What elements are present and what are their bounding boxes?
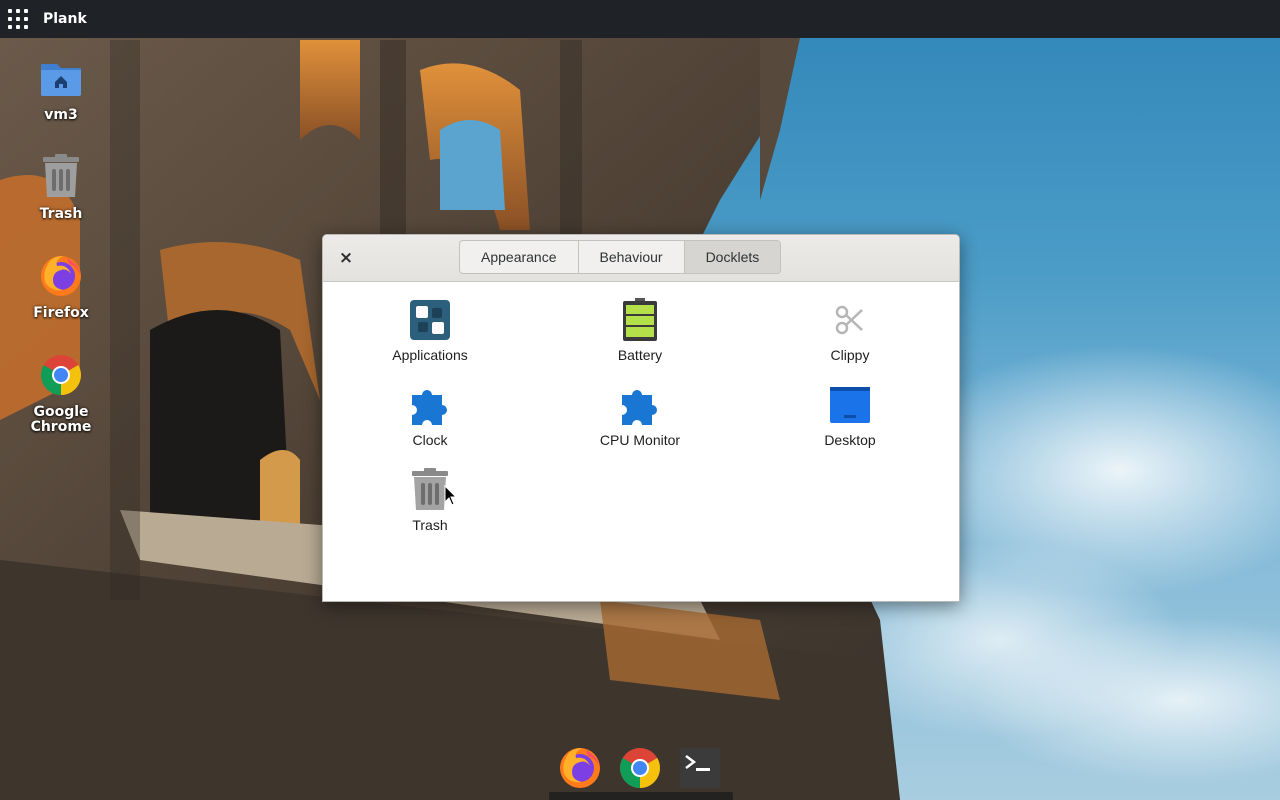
chrome-icon (37, 351, 85, 399)
trash-icon (37, 153, 85, 201)
docklet-clock[interactable]: Clock (370, 383, 490, 448)
docklet-label: Clock (412, 432, 448, 448)
chrome-icon (620, 748, 660, 788)
top-panel: Plank (0, 0, 1280, 38)
firefox-icon (37, 252, 85, 300)
battery-icon (618, 298, 662, 342)
desktop-icon-label: vm3 (44, 107, 78, 123)
desktop-icon-label: Firefox (33, 305, 89, 321)
desktop-icon-chrome[interactable]: Google Chrome (11, 351, 111, 435)
docklet-label: Desktop (824, 432, 876, 448)
dock-item-chrome[interactable] (616, 744, 664, 792)
dialog-header: × Appearance Behaviour Docklets (323, 235, 959, 282)
docklet-battery[interactable]: Battery (580, 298, 700, 363)
docklet-label: Applications (392, 347, 468, 363)
dock-shelf (549, 792, 733, 800)
plank-preferences-dialog: × Appearance Behaviour Docklets Applicat… (322, 234, 960, 602)
docklet-label: Battery (617, 347, 663, 363)
close-button[interactable]: × (335, 247, 357, 269)
docklet-trash[interactable]: Trash (370, 468, 490, 533)
docklet-desktop[interactable]: Desktop (790, 383, 910, 448)
desktop-icon-firefox[interactable]: Firefox (11, 252, 111, 321)
terminal-icon (680, 748, 720, 788)
docklet-applications[interactable]: Applications (370, 298, 490, 363)
app-grid-icon[interactable] (7, 8, 29, 30)
panel-app-title[interactable]: Plank (43, 11, 87, 27)
desktop-icon (828, 383, 872, 427)
docklet-label: CPU Monitor (599, 432, 681, 448)
plank-dock (549, 738, 733, 800)
scissors-icon (828, 298, 872, 342)
firefox-icon (560, 748, 600, 788)
puzzle-icon (408, 383, 452, 427)
tab-behaviour[interactable]: Behaviour (579, 241, 685, 273)
mouse-cursor-icon (444, 485, 458, 506)
docklet-grid: Applications Battery Clippy Clock CPU Mo… (323, 282, 959, 601)
desktop-icon-trash[interactable]: Trash (11, 153, 111, 222)
desktop-icon-label: Google Chrome (30, 404, 92, 435)
docklet-label: Trash (412, 517, 448, 533)
docklet-label: Clippy (830, 347, 870, 363)
tab-docklets[interactable]: Docklets (684, 241, 781, 273)
tab-bar: Appearance Behaviour Docklets (459, 240, 782, 274)
desktop-icon-home[interactable]: vm3 (11, 54, 111, 123)
dock-item-firefox[interactable] (556, 744, 604, 792)
home-folder-icon (37, 54, 85, 102)
desktop-icon-label: Trash (39, 206, 83, 222)
docklet-clippy[interactable]: Clippy (790, 298, 910, 363)
docklet-cpu-monitor[interactable]: CPU Monitor (580, 383, 700, 448)
tab-appearance[interactable]: Appearance (460, 241, 579, 273)
applications-icon (408, 298, 452, 342)
puzzle-icon (618, 383, 662, 427)
dock-item-terminal[interactable] (676, 744, 724, 792)
